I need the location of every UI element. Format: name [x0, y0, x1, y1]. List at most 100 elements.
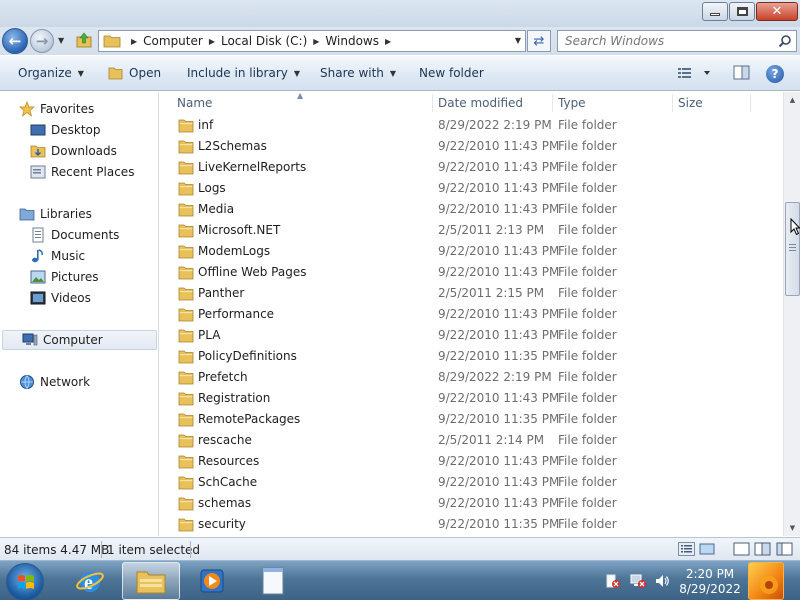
nav-recent-places[interactable]: Recent Places [30, 164, 134, 180]
file-name[interactable]: PLA [198, 328, 220, 342]
show-desktop-button[interactable] [748, 562, 784, 600]
table-row[interactable]: rescache 2/5/2011 2:14 PM File folder [174, 430, 754, 451]
table-row[interactable]: Performance 9/22/2010 11:43 PM File folder [174, 304, 754, 325]
nav-libraries[interactable]: Libraries [19, 206, 92, 222]
table-row[interactable]: L2Schemas 9/22/2010 11:43 PM File folder [174, 136, 754, 157]
nav-favorites[interactable]: Favorites [19, 101, 94, 117]
breadcrumb-windows[interactable]: Windows [325, 34, 379, 48]
file-name[interactable]: security [198, 517, 246, 531]
file-name[interactable]: Prefetch [198, 370, 248, 384]
breadcrumb-computer[interactable]: Computer [143, 34, 203, 48]
file-name[interactable]: Performance [198, 307, 274, 321]
column-date-modified[interactable]: Date modified [438, 96, 523, 110]
chevron-right-icon[interactable]: ▶ [131, 37, 137, 46]
file-name[interactable]: RemotePackages [198, 412, 300, 426]
table-row[interactable]: inf 8/29/2022 2:19 PM File folder [174, 115, 754, 136]
open-button[interactable]: Open [108, 66, 161, 80]
table-row[interactable]: Offline Web Pages 9/22/2010 11:43 PM File … [174, 262, 754, 283]
table-row[interactable]: Media 9/22/2010 11:43 PM File folder [174, 199, 754, 220]
column-divider[interactable] [750, 94, 751, 112]
preview-pane-icon[interactable] [733, 65, 751, 81]
nav-pictures[interactable]: Pictures [30, 269, 99, 285]
file-name[interactable]: schemas [198, 496, 251, 510]
search-icon[interactable] [778, 34, 792, 48]
nav-videos[interactable]: Videos [30, 290, 91, 306]
breadcrumb-local-disk[interactable]: Local Disk (C:) [221, 34, 307, 48]
address-bar[interactable]: ▶ Computer ▶ Local Disk (C:) ▶ Windows ▶… [98, 30, 526, 52]
vertical-scrollbar[interactable]: ▲ ▼ [783, 92, 800, 536]
file-name[interactable]: Registration [198, 391, 270, 405]
network-status-icon[interactable] [629, 573, 647, 589]
nav-computer[interactable]: Computer [2, 330, 157, 350]
file-name[interactable]: rescache [198, 433, 252, 447]
taskbar-media-player[interactable] [183, 562, 241, 600]
refresh-button[interactable]: ⇄ [527, 30, 551, 52]
file-name[interactable]: SchCache [198, 475, 257, 489]
file-name[interactable]: LiveKernelReports [198, 160, 306, 174]
help-icon[interactable]: ? [766, 65, 784, 83]
action-center-icon[interactable] [605, 573, 621, 589]
taskbar-windows-explorer[interactable] [122, 562, 180, 600]
close-button[interactable]: ✕ [756, 2, 798, 21]
file-name[interactable]: Panther [198, 286, 244, 300]
table-row[interactable]: schemas 9/22/2010 11:43 PM File folder [174, 493, 754, 514]
restore-button[interactable] [729, 2, 755, 21]
chevron-right-icon[interactable]: ▶ [313, 37, 319, 46]
file-name[interactable]: PolicyDefinitions [198, 349, 297, 363]
file-name[interactable]: Offline Web Pages [198, 265, 306, 279]
column-divider[interactable] [552, 94, 553, 112]
nav-documents[interactable]: Documents [30, 227, 119, 243]
layout-icons[interactable] [733, 542, 797, 556]
start-button[interactable] [6, 563, 44, 600]
file-name[interactable]: Resources [198, 454, 259, 468]
up-folder-icon[interactable] [76, 32, 92, 48]
nav-downloads[interactable]: Downloads [30, 143, 117, 159]
scroll-down-button[interactable]: ▼ [785, 520, 800, 535]
include-in-library-menu[interactable]: Include in library ▼ [187, 66, 300, 80]
file-name[interactable]: ModemLogs [198, 244, 270, 258]
change-view-icon[interactable] [677, 65, 717, 81]
file-name[interactable]: Microsoft.NET [198, 223, 280, 237]
taskbar-internet-explorer[interactable]: e [61, 562, 119, 600]
column-divider[interactable] [432, 94, 433, 112]
details-view-icon[interactable] [678, 542, 718, 556]
table-row[interactable]: Registration 9/22/2010 11:43 PM File folde… [174, 388, 754, 409]
file-name[interactable]: Logs [198, 181, 226, 195]
table-row[interactable]: security 9/22/2010 11:35 PM File folder [174, 514, 754, 535]
column-divider[interactable] [672, 94, 673, 112]
table-row[interactable]: RemotePackages 9/22/2010 11:35 PM File fol… [174, 409, 754, 430]
history-dropdown-icon[interactable]: ▼ [58, 36, 64, 45]
volume-icon[interactable] [654, 573, 670, 589]
minimize-button[interactable] [702, 2, 728, 21]
file-name[interactable]: inf [198, 118, 213, 132]
table-row[interactable]: SchCache 9/22/2010 11:43 PM File folder [174, 472, 754, 493]
file-name[interactable]: Media [198, 202, 234, 216]
file-name[interactable]: L2Schemas [198, 139, 267, 153]
table-row[interactable]: Panther 2/5/2011 2:15 PM File folder [174, 283, 754, 304]
table-row[interactable]: ModemLogs 9/22/2010 11:43 PM File folder [174, 241, 754, 262]
table-row[interactable]: PolicyDefinitions 9/22/2010 11:35 PM File … [174, 346, 754, 367]
taskbar-notepad[interactable] [244, 562, 302, 600]
back-button[interactable]: ← [2, 28, 28, 54]
clock[interactable]: 2:20 PM 8/29/2022 [675, 567, 745, 597]
table-row[interactable]: Logs 9/22/2010 11:43 PM File folder [174, 178, 754, 199]
nav-music[interactable]: Music [30, 248, 85, 264]
nav-desktop[interactable]: Desktop [30, 122, 101, 138]
organize-menu[interactable]: Organize ▼ [18, 66, 84, 80]
address-dropdown-icon[interactable]: ▼ [515, 36, 521, 45]
chevron-right-icon[interactable]: ▶ [385, 37, 391, 46]
search-box[interactable] [557, 30, 797, 52]
table-row[interactable]: PLA 9/22/2010 11:43 PM File folder [174, 325, 754, 346]
chevron-right-icon[interactable]: ▶ [209, 37, 215, 46]
scroll-thumb[interactable] [785, 202, 800, 296]
search-input[interactable] [558, 31, 768, 51]
column-name[interactable]: Name [177, 96, 212, 110]
table-row[interactable]: Prefetch 8/29/2022 2:19 PM File folder [174, 367, 754, 388]
new-folder-button[interactable]: New folder [419, 66, 484, 80]
column-type[interactable]: Type [558, 96, 586, 110]
table-row[interactable]: Resources 9/22/2010 11:43 PM File folder [174, 451, 754, 472]
table-row[interactable]: Microsoft.NET 2/5/2011 2:13 PM File folder [174, 220, 754, 241]
scroll-up-button[interactable]: ▲ [785, 92, 800, 107]
share-with-menu[interactable]: Share with ▼ [320, 66, 396, 80]
nav-network[interactable]: Network [19, 374, 90, 390]
